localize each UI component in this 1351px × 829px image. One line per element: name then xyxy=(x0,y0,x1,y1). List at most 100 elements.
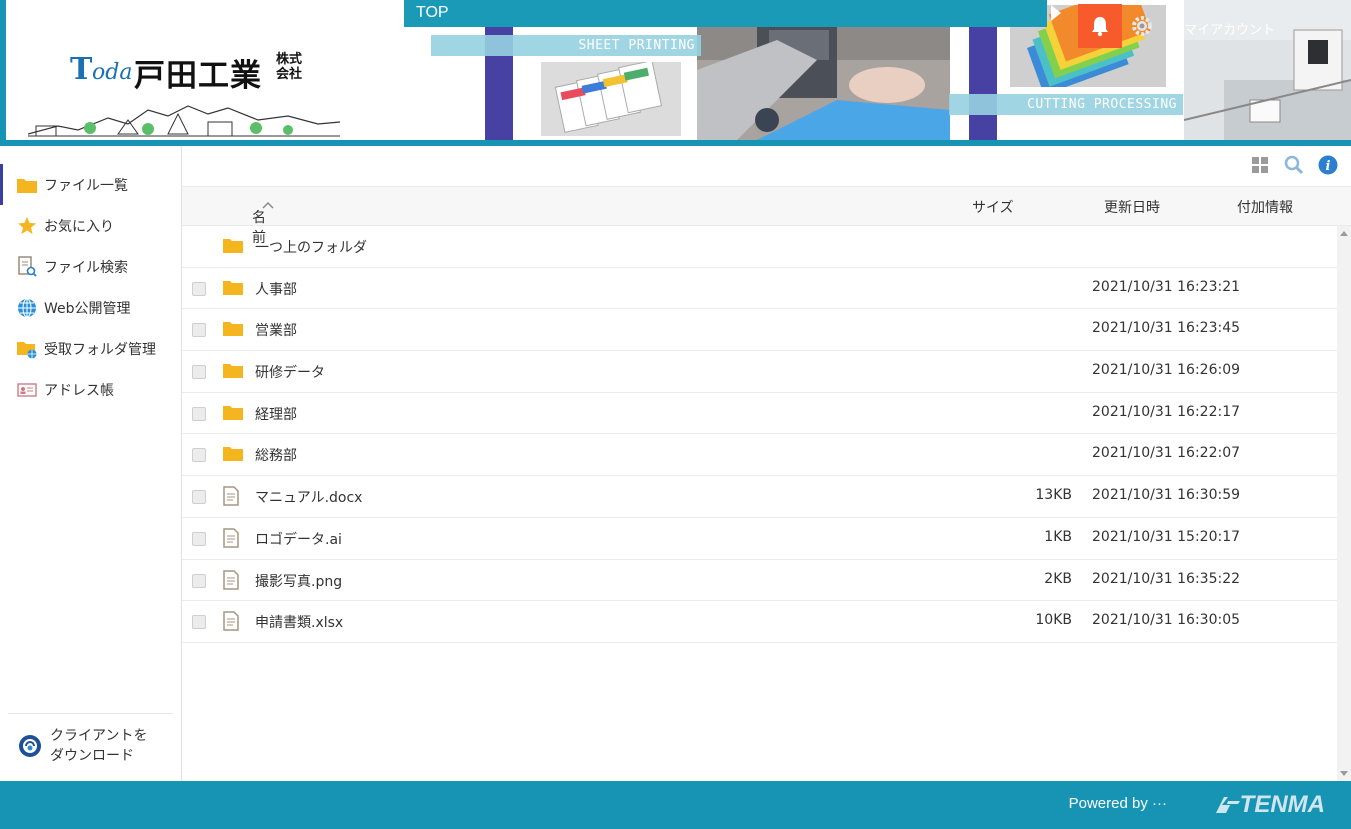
row-checkbox[interactable] xyxy=(192,365,206,380)
file-name[interactable]: 総務部 xyxy=(255,445,297,465)
search-icon[interactable] xyxy=(1283,154,1305,176)
table-row[interactable]: 経理部 2021/10/31 16:22:17 xyxy=(182,393,1337,435)
row-checkbox[interactable] xyxy=(192,615,206,630)
tenma-wing-icon xyxy=(1215,797,1240,813)
file-modified: 2021/10/31 15:20:17 xyxy=(1092,528,1241,545)
row-checkbox[interactable] xyxy=(192,323,206,338)
file-name[interactable]: 経理部 xyxy=(255,404,297,424)
parent-folder-row[interactable]: 一つ上のフォルダ xyxy=(182,226,1337,268)
svg-text:i: i xyxy=(1326,159,1331,174)
table-row[interactable]: ロゴデータ.ai 1KB 2021/10/31 15:20:17 xyxy=(182,518,1337,560)
tenma-brand: TENMA xyxy=(1239,791,1325,818)
grid-view-icon[interactable] xyxy=(1249,154,1271,176)
file-size: 13KB xyxy=(1035,487,1072,504)
file-name[interactable]: ロゴデータ.ai xyxy=(255,529,342,549)
file-name[interactable]: 撮影写真.png xyxy=(255,571,342,591)
footer: Powered by ··· TENMA xyxy=(0,781,1351,829)
scroll-down-icon[interactable] xyxy=(1340,771,1348,776)
sidebar-item-label: 受取フォルダ管理 xyxy=(44,341,156,358)
table-row[interactable]: 総務部 2021/10/31 16:22:07 xyxy=(182,434,1337,477)
cutting-processing-strip: CUTTING PROCESSING xyxy=(949,94,1183,115)
row-checkbox[interactable] xyxy=(192,573,206,588)
sidebar-item-label: アドレス帳 xyxy=(44,382,114,399)
top-link[interactable]: TOP xyxy=(404,0,1047,27)
column-name-header[interactable]: 名前 xyxy=(252,197,274,246)
file-size: 10KB xyxy=(1035,612,1072,629)
folder-icon xyxy=(222,444,244,464)
row-checkbox[interactable] xyxy=(192,281,206,296)
scroll-up-icon[interactable] xyxy=(1340,231,1348,236)
download-client-link[interactable]: クライアントを ダウンロード xyxy=(8,713,173,766)
file-search-icon xyxy=(16,255,38,278)
settings-gear-icon[interactable] xyxy=(1130,14,1154,38)
client-download-icon xyxy=(18,734,44,766)
column-modified-header[interactable]: 更新日時 xyxy=(1104,197,1160,217)
file-name[interactable]: 研修データ xyxy=(255,362,325,382)
column-header-row: 名前 サイズ 更新日時 付加情報 xyxy=(182,186,1351,246)
company-logo[interactable]: T oda 戸田工業 株式会社 xyxy=(28,48,340,138)
document-icon xyxy=(222,569,244,590)
column-extra-header[interactable]: 付加情報 xyxy=(1237,197,1293,217)
row-checkbox[interactable] xyxy=(192,531,206,546)
file-name[interactable]: 営業部 xyxy=(255,320,297,340)
vertical-scrollbar[interactable] xyxy=(1337,226,1351,781)
table-row[interactable]: 撮影写真.png 2KB 2021/10/31 16:35:22 xyxy=(182,560,1337,602)
bell-icon[interactable] xyxy=(1078,4,1122,48)
sidebar-item-receive-folder[interactable]: 受取フォルダ管理 xyxy=(0,328,181,369)
table-row[interactable]: 営業部 2021/10/31 16:23:45 xyxy=(182,309,1337,352)
row-checkbox[interactable] xyxy=(192,448,206,463)
printed-sheets-photo xyxy=(541,62,681,136)
top-label: TOP xyxy=(416,4,449,21)
sidebar-item-address-book[interactable]: アドレス帳 xyxy=(0,369,181,410)
parent-folder-label[interactable]: 一つ上のフォルダ xyxy=(255,237,367,257)
file-modified: 2021/10/31 16:30:05 xyxy=(1092,612,1241,629)
sidebar: ファイル一覧 お気に入り ファイル検索 Web公開管理 受取フォルダ管理 アドレ… xyxy=(0,146,182,781)
file-modified: 2021/10/31 16:23:45 xyxy=(1092,320,1241,337)
file-name[interactable]: 申請書類.xlsx xyxy=(255,612,343,632)
file-modified: 2021/10/31 16:26:09 xyxy=(1092,362,1241,379)
sidebar-item-file-search[interactable]: ファイル検索 xyxy=(0,246,181,287)
file-size: 2KB xyxy=(1044,570,1072,587)
townscape-illustration xyxy=(28,105,340,137)
cutting-processing-label: CUTTING PROCESSING xyxy=(1027,97,1177,112)
file-modified: 2021/10/31 16:22:07 xyxy=(1092,445,1241,462)
folder-icon xyxy=(16,174,38,196)
tenma-logo[interactable]: TENMA xyxy=(1214,791,1325,819)
folder-icon xyxy=(222,361,244,381)
file-list-panel: i 名前 サイズ 更新日時 付加情報 一つ上のフォルダ 人事部 2021/10/3… xyxy=(182,146,1351,781)
logo-latin: oda xyxy=(92,60,133,85)
sheet-printing-label: SHEET PRINTING xyxy=(578,38,695,53)
my-account-link[interactable]: マイアカウント xyxy=(1184,19,1275,38)
sidebar-item-label: お気に入り xyxy=(44,218,114,235)
file-modified: 2021/10/31 16:22:17 xyxy=(1092,403,1241,420)
row-checkbox[interactable] xyxy=(192,406,206,421)
sidebar-item-file-list[interactable]: ファイル一覧 xyxy=(0,164,181,205)
download-line-2: ダウンロード xyxy=(50,748,134,764)
file-size: 1KB xyxy=(1044,528,1072,545)
top-arrow-icon xyxy=(1051,5,1061,21)
table-row[interactable]: 申請書類.xlsx 10KB 2021/10/31 16:30:05 xyxy=(182,601,1337,643)
table-row[interactable]: 人事部 2021/10/31 16:23:21 xyxy=(182,268,1337,310)
table-row[interactable]: 研修データ 2021/10/31 16:26:09 xyxy=(182,351,1337,393)
address-card-icon xyxy=(16,379,38,401)
info-icon[interactable]: i xyxy=(1317,154,1339,176)
sidebar-item-web-publish[interactable]: Web公開管理 xyxy=(0,287,181,328)
file-rows: 一つ上のフォルダ 人事部 2021/10/31 16:23:21 営業部 2021/1… xyxy=(182,226,1337,643)
download-client-label: クライアントを ダウンロード xyxy=(50,726,147,766)
download-line-1: クライアントを xyxy=(50,728,148,744)
star-icon xyxy=(16,215,38,237)
document-icon xyxy=(222,611,244,631)
file-name[interactable]: 人事部 xyxy=(255,279,297,299)
sidebar-item-favorites[interactable]: お気に入り xyxy=(0,205,181,246)
table-row[interactable]: マニュアル.docx 13KB 2021/10/31 16:30:59 xyxy=(182,476,1337,518)
logo-suffix: 株式会社 xyxy=(276,52,303,82)
file-modified: 2021/10/31 16:30:59 xyxy=(1092,487,1241,504)
sidebar-item-label: ファイル検索 xyxy=(44,259,128,276)
row-checkbox[interactable] xyxy=(192,490,206,505)
file-name[interactable]: マニュアル.docx xyxy=(255,487,362,507)
file-modified: 2021/10/31 16:23:21 xyxy=(1092,278,1241,295)
globe-icon xyxy=(16,297,38,319)
folder-icon xyxy=(222,236,244,256)
column-size-header[interactable]: サイズ xyxy=(972,197,1014,217)
logo-t: T xyxy=(70,52,93,87)
